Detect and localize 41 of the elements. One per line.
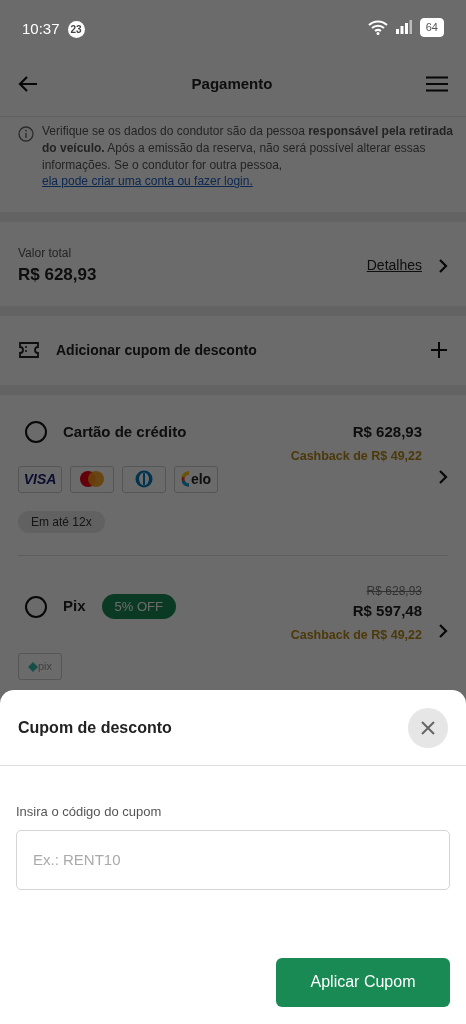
details-link[interactable]: Detalhes (366, 255, 422, 277)
mastercard-logo-icon (79, 470, 105, 489)
installments-tag: Em até 12x (18, 510, 105, 533)
login-link[interactable]: ela pode criar uma conta ou fazer login. (42, 174, 253, 189)
coupon-input-field[interactable]: Ex.: RENT10 (16, 829, 450, 890)
apply-coupon-button[interactable]: Aplicar Cupom (276, 957, 450, 1007)
back-arrow-icon[interactable] (18, 75, 38, 93)
notice-text: Verifique se os dados do condutor são da pessoa responsável pela retirada do veículo. Após a emissão da reserva, não será possível alterar essas informações. Se o condutor for outra pessoa, ela pode criar uma conta ou fazer login. (42, 123, 454, 191)
plus-icon[interactable] (430, 341, 448, 360)
add-coupon-label[interactable]: Adicionar cupom de desconto (56, 339, 257, 361)
ticket-icon (18, 341, 40, 360)
payment-method-name: Pix (63, 596, 86, 617)
chevron-right-icon[interactable] (438, 257, 448, 274)
sheet-title: Cupom de desconto (18, 717, 172, 738)
menu-icon[interactable] (426, 76, 448, 92)
total-value: R$ 628,93 (18, 264, 97, 287)
elo-card-logo: elo (174, 465, 218, 493)
field-label: Insira o código do cupom (16, 803, 163, 821)
price: R$ 628,93 (351, 421, 422, 442)
info-icon (18, 126, 34, 142)
chevron-right-icon[interactable] (438, 623, 448, 640)
cashback-text: Cashback de R$ 49,22 (290, 448, 422, 466)
wifi-icon (367, 19, 388, 35)
radio-button[interactable] (25, 595, 47, 618)
signal-icon (395, 20, 412, 35)
total-label: Valor total (18, 245, 73, 263)
status-time: 10:37 (22, 19, 60, 39)
discount-badge: 5% OFF (101, 593, 176, 620)
old-price: R$ 628,93 (365, 582, 422, 600)
radio-button[interactable] (25, 420, 47, 443)
close-button[interactable] (408, 707, 448, 748)
page-title: Pagamento (191, 73, 273, 94)
battery-level: 64 (419, 18, 444, 37)
close-icon (421, 720, 435, 735)
notification-count: 23 (67, 20, 85, 38)
payment-method-name: Cartão de crédito (63, 421, 187, 442)
cashback-text: Cashback de R$ 49,22 (290, 627, 422, 645)
chevron-right-icon[interactable] (438, 468, 448, 485)
visa-card-logo: VISA (18, 465, 62, 493)
diners-logo-icon (133, 470, 155, 489)
price: R$ 597,48 (351, 600, 422, 621)
